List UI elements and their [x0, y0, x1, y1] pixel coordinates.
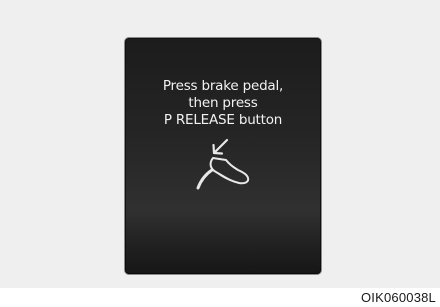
press-arrow-icon: [212, 138, 229, 155]
message-line-2: then press: [188, 95, 258, 111]
figure-caption: OIK060038L: [360, 290, 436, 305]
foot-on-brake-pedal-icon: [196, 138, 250, 190]
illustration-background: Press brake pedal, then press P RELEASE …: [0, 0, 440, 288]
display-message: Press brake pedal, then press P RELEASE …: [125, 78, 321, 129]
cluster-display: Press brake pedal, then press P RELEASE …: [125, 38, 321, 274]
message-line-3: P RELEASE button: [163, 112, 283, 128]
brake-pedal-icon: [196, 168, 214, 190]
message-line-1: Press brake pedal,: [162, 78, 284, 94]
